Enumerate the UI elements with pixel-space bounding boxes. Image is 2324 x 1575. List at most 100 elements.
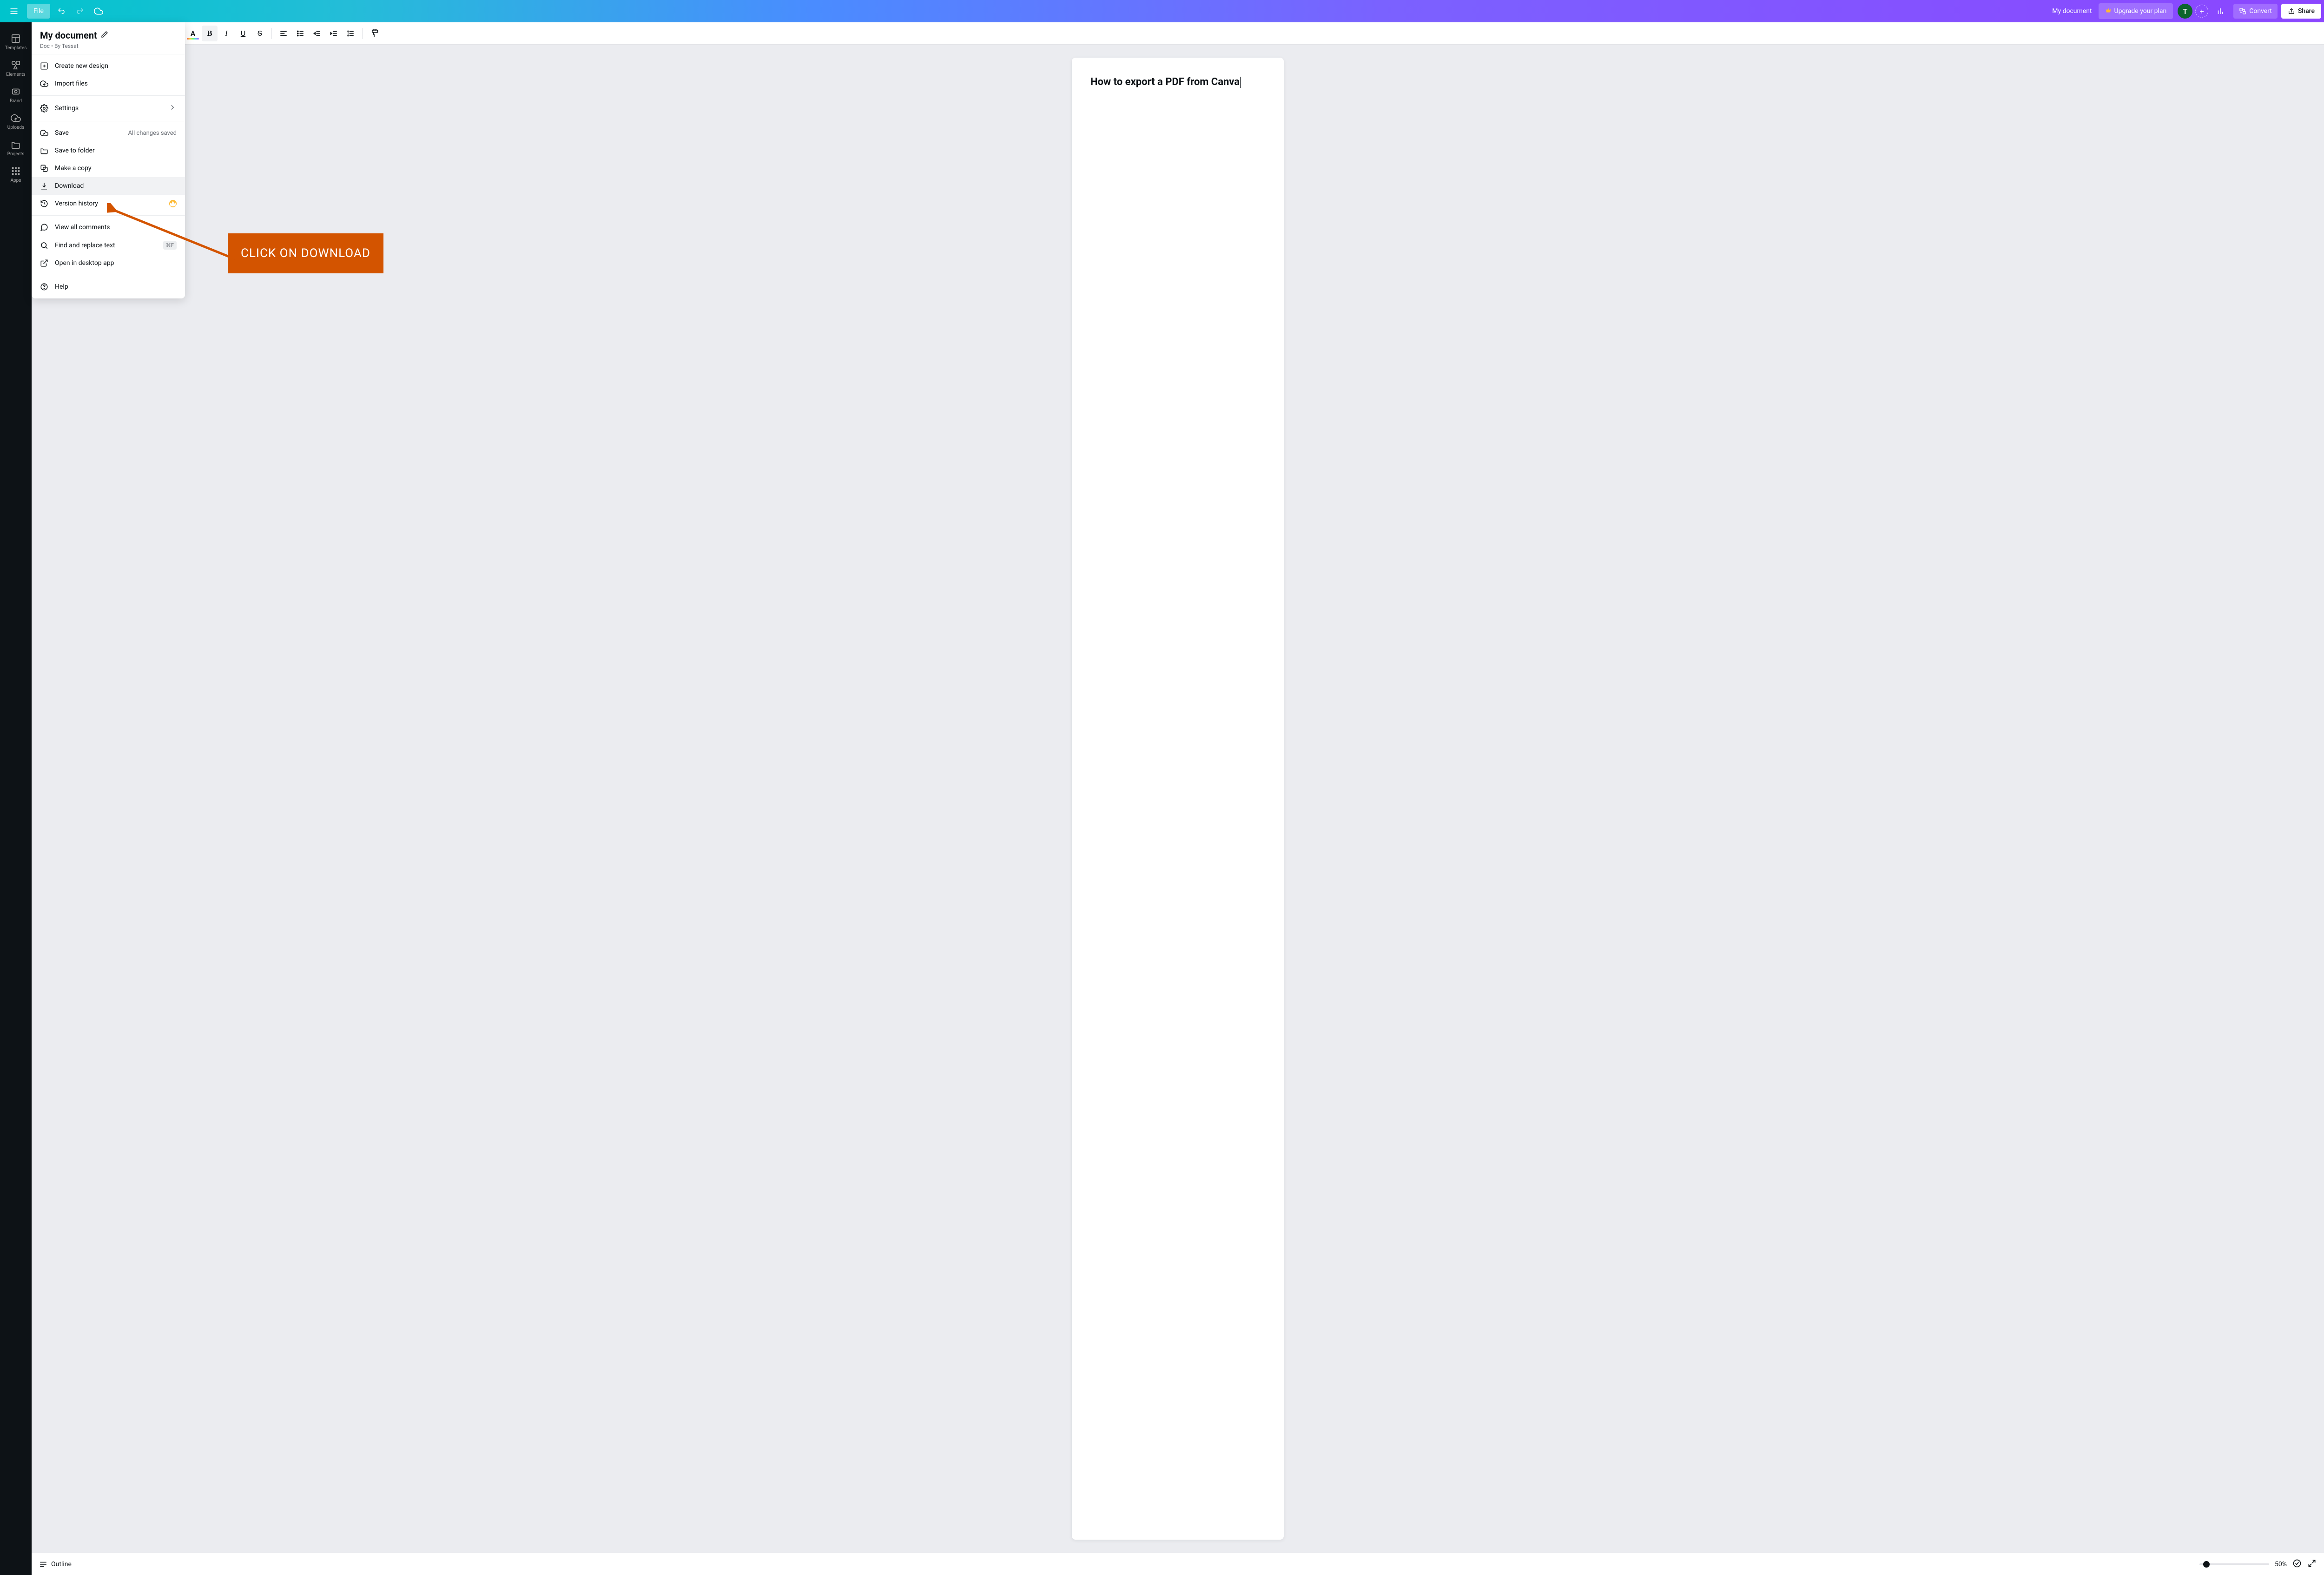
rail-apps[interactable]: Apps <box>0 161 32 188</box>
file-menu-subtitle: Doc • By Tessat <box>40 43 177 49</box>
upgrade-label: Upgrade your plan <box>2114 7 2167 15</box>
rail-label: Projects <box>7 152 25 157</box>
bold-button[interactable]: B <box>202 26 218 41</box>
rail-label: Elements <box>6 72 25 77</box>
document-name[interactable]: My document <box>2052 7 2092 15</box>
file-menu-panel: My document Doc • By Tessat Create new d… <box>32 22 185 298</box>
expand-button[interactable] <box>2307 1559 2317 1570</box>
menu-label: Version history <box>55 200 163 207</box>
share-label: Share <box>2298 7 2315 15</box>
menu-label: Download <box>55 182 177 190</box>
spacing-button[interactable] <box>343 26 358 41</box>
text-cursor <box>1240 77 1241 88</box>
folder-icon <box>40 146 48 155</box>
indent-button[interactable] <box>326 26 342 41</box>
menu-open-in-desktop-app[interactable]: Open in desktop app <box>32 254 185 272</box>
undo-button[interactable] <box>52 2 71 20</box>
strikethrough-button[interactable]: S <box>252 26 268 41</box>
menu-label: View all comments <box>55 224 177 231</box>
menu-label: Create new design <box>55 62 177 70</box>
share-button[interactable]: Share <box>2281 4 2321 19</box>
premium-badge-icon <box>169 200 177 207</box>
convert-label: Convert <box>2249 7 2272 15</box>
help-icon <box>40 283 48 291</box>
menu-label: Save <box>55 129 122 137</box>
canvas-area: A B I U S How to export a PDF from Canva… <box>32 22 2324 1575</box>
upgrade-button[interactable]: Upgrade your plan <box>2099 3 2173 19</box>
toolbar-divider <box>271 28 272 39</box>
rail-uploads[interactable]: Uploads <box>0 108 32 135</box>
toolbar-divider <box>362 28 363 39</box>
uploads-icon <box>11 113 21 123</box>
menu-find-and-replace[interactable]: Find and replace text ⌘F <box>32 236 185 254</box>
menu-save-to-folder[interactable]: Save to folder <box>32 142 185 159</box>
outdent-button[interactable] <box>309 26 325 41</box>
menu-view-all-comments[interactable]: View all comments <box>32 218 185 236</box>
zoom-controls: 50% <box>2199 1559 2317 1570</box>
convert-button[interactable]: Convert <box>2233 4 2278 19</box>
keyboard-shortcut: ⌘F <box>163 241 177 250</box>
menu-import-files[interactable]: Import files <box>32 75 185 93</box>
rail-label: Brand <box>10 99 22 104</box>
zoom-slider[interactable] <box>2199 1563 2269 1565</box>
main-area: Templates Elements Brand Uploads Project… <box>0 22 2324 1575</box>
menu-version-history[interactable]: Version history <box>32 195 185 212</box>
insights-button[interactable] <box>2211 2 2230 20</box>
menu-label: Settings <box>55 105 162 112</box>
menu-label: Save to folder <box>55 147 177 154</box>
comment-icon <box>40 223 48 232</box>
rail-label: Uploads <box>7 125 24 130</box>
search-icon <box>40 241 48 250</box>
italic-button[interactable]: I <box>218 26 234 41</box>
outline-button[interactable]: Outline <box>39 1560 72 1568</box>
main-menu-button[interactable] <box>3 2 25 20</box>
top-bar: File My document Upgrade your plan T + C… <box>0 0 2324 22</box>
file-button[interactable]: File <box>27 4 50 19</box>
menu-help[interactable]: Help <box>32 278 185 296</box>
underline-button[interactable]: U <box>235 26 251 41</box>
bullet-list-button[interactable] <box>292 26 308 41</box>
cloud-sync-icon[interactable] <box>89 2 108 20</box>
format-painter-button[interactable] <box>366 26 382 41</box>
align-button[interactable] <box>276 26 291 41</box>
external-link-icon <box>40 259 48 267</box>
chevron-right-icon <box>168 103 177 113</box>
document-heading[interactable]: How to export a PDF from Canva <box>1090 76 1265 88</box>
file-menu-header: My document Doc • By Tessat <box>32 22 185 54</box>
create-icon <box>40 62 48 70</box>
menu-label: Make a copy <box>55 165 177 172</box>
menu-create-new-design[interactable]: Create new design <box>32 57 185 75</box>
import-icon <box>40 79 48 88</box>
rail-elements[interactable]: Elements <box>0 55 32 82</box>
menu-label: Open in desktop app <box>55 259 177 267</box>
copy-icon <box>40 164 48 172</box>
check-status-icon[interactable] <box>2292 1559 2302 1570</box>
save-icon <box>40 129 48 137</box>
bottom-bar: Outline 50% <box>32 1553 2324 1575</box>
document-viewport[interactable]: How to export a PDF from Canva <box>32 45 2324 1553</box>
share-icon <box>2288 7 2295 15</box>
document-page[interactable]: How to export a PDF from Canva <box>1072 58 1284 1540</box>
convert-icon <box>2239 7 2246 15</box>
crown-icon <box>2105 7 2112 15</box>
download-icon <box>40 182 48 190</box>
settings-icon <box>40 104 48 112</box>
redo-button[interactable] <box>71 2 89 20</box>
add-member-button[interactable]: + <box>2195 5 2208 18</box>
menu-settings[interactable]: Settings <box>32 99 185 118</box>
file-menu-title: My document <box>40 30 97 41</box>
menu-save[interactable]: Save All changes saved <box>32 124 185 142</box>
rail-templates[interactable]: Templates <box>0 29 32 55</box>
menu-label: Find and replace text <box>55 242 157 249</box>
menu-download[interactable]: Download <box>32 177 185 195</box>
menu-make-a-copy[interactable]: Make a copy <box>32 159 185 177</box>
rail-projects[interactable]: Projects <box>0 135 32 161</box>
font-color-button[interactable]: A <box>185 26 201 41</box>
zoom-value[interactable]: 50% <box>2275 1561 2287 1568</box>
edit-title-icon[interactable] <box>101 31 108 40</box>
rail-label: Templates <box>5 46 27 51</box>
menu-label: Help <box>55 283 177 291</box>
avatar[interactable]: T <box>2178 4 2192 19</box>
rail-brand[interactable]: Brand <box>0 82 32 108</box>
brand-icon <box>11 86 21 97</box>
